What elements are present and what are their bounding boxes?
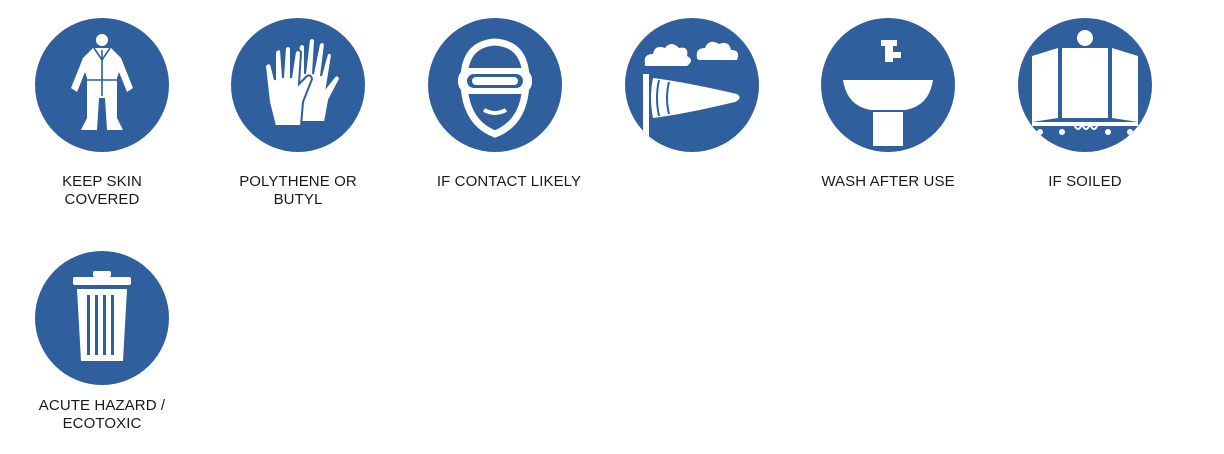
- protective-suit-icon: [35, 18, 169, 152]
- changing-screen-icon: [1018, 18, 1152, 152]
- sign-caption: ACUTE HAZARD / ECOTOXIC: [38, 397, 166, 432]
- sign-caption: IF SOILED: [1048, 173, 1122, 190]
- gloves-icon: [231, 18, 365, 152]
- wash-basin-icon: [821, 18, 955, 152]
- sign-caption: IF CONTACT LIKELY: [436, 173, 582, 190]
- sign-caption: POLYTHENE OR BUTYL: [239, 173, 357, 208]
- sign-caption: KEEP SKIN COVERED: [62, 173, 142, 208]
- windsock-icon: [625, 18, 759, 152]
- goggles-icon: [428, 18, 562, 152]
- waste-bin-icon: [35, 251, 169, 385]
- sign-caption: WASH AFTER USE: [821, 173, 955, 190]
